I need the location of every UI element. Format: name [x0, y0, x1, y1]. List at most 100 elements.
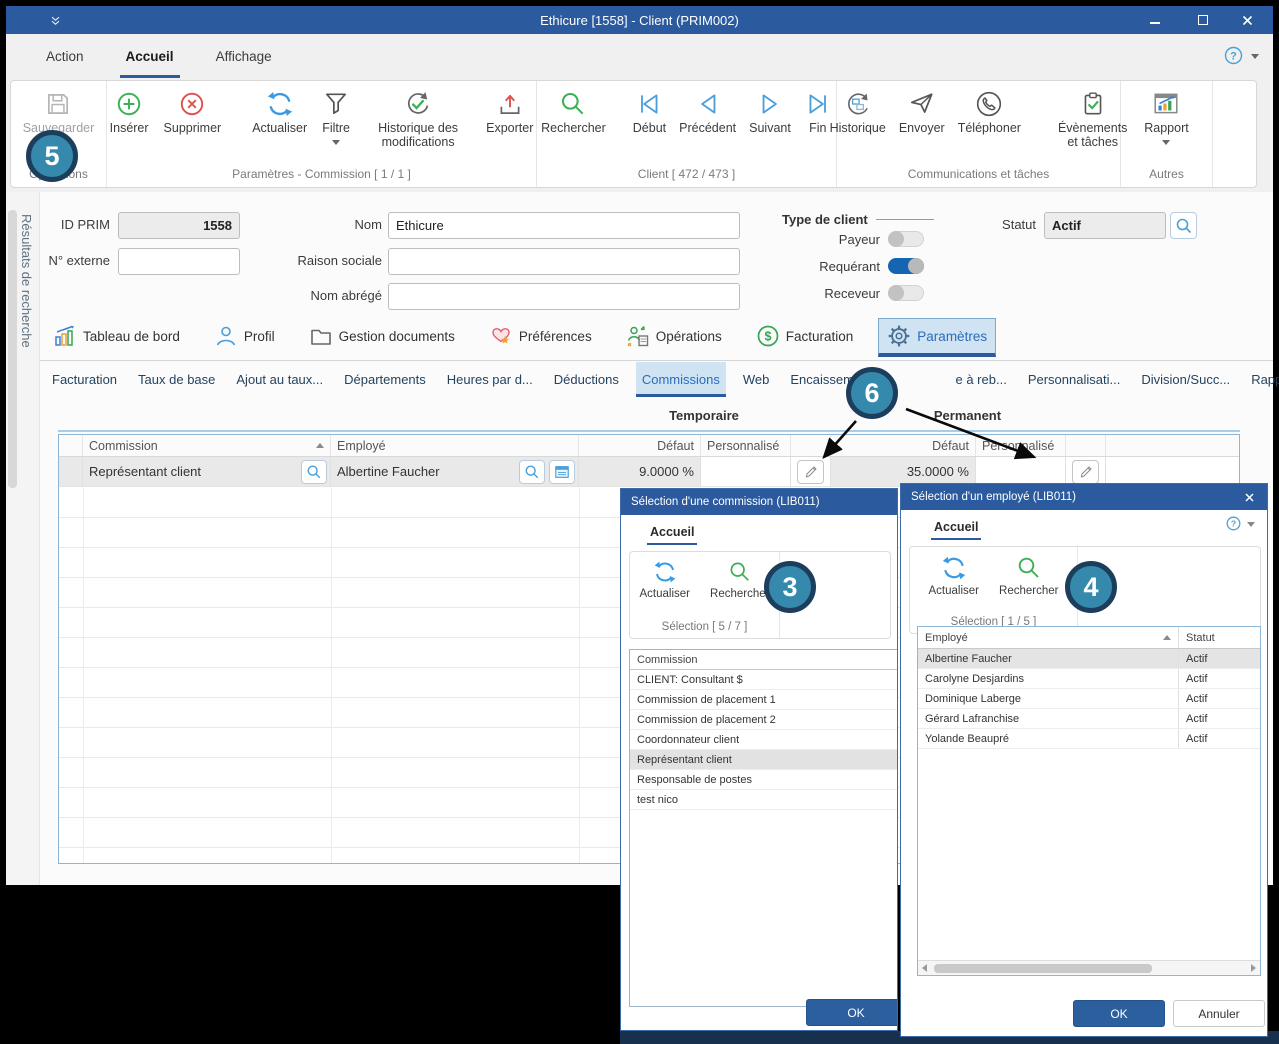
subtab-facturation[interactable]: Facturation: [48, 362, 121, 397]
subtab-web[interactable]: Web: [739, 362, 774, 397]
chevron-down-icon[interactable]: [1247, 522, 1255, 527]
subtab-heures-par-d[interactable]: Heures par d...: [443, 362, 537, 397]
previous-button[interactable]: Précédent: [679, 87, 736, 135]
employe-lookup-button[interactable]: [519, 460, 545, 484]
maximize-button[interactable]: [1181, 6, 1225, 34]
col-header-temp-defaut[interactable]: Défaut: [579, 435, 701, 456]
subtab-deductions[interactable]: Déductions: [550, 362, 623, 397]
subtab-ajout-au-taux[interactable]: Ajout au taux...: [232, 362, 327, 397]
events-tasks-button[interactable]: Évènements et tâches: [1058, 87, 1127, 150]
ribbon-tab-accueil[interactable]: Accueil: [120, 34, 180, 78]
requerant-toggle[interactable]: [888, 258, 924, 274]
col-header-perm-defaut[interactable]: Défaut: [831, 435, 976, 456]
temp-personnalise-cell[interactable]: [701, 457, 791, 486]
no-externe-field[interactable]: [118, 248, 240, 275]
first-button[interactable]: Début: [633, 87, 666, 135]
tab-profil[interactable]: Profil: [205, 318, 284, 357]
chevron-down-icon[interactable]: [1251, 54, 1259, 59]
save-button[interactable]: Sauvegarder: [23, 87, 95, 135]
send-button[interactable]: Envoyer: [899, 87, 945, 135]
commission-list-header[interactable]: Commission: [630, 650, 898, 670]
help-icon[interactable]: ?: [1224, 46, 1243, 65]
phone-button[interactable]: Téléphoner: [958, 87, 1021, 135]
receveur-toggle[interactable]: [888, 285, 924, 301]
close-button[interactable]: [1225, 6, 1269, 34]
payeur-toggle[interactable]: [888, 231, 924, 247]
comm-history-button[interactable]: Historique: [830, 87, 886, 135]
tab-tableau-de-bord[interactable]: Tableau de bord: [44, 318, 189, 357]
list-item[interactable]: test nico: [630, 790, 898, 810]
id-prim-field[interactable]: [118, 212, 240, 239]
dialog-search-button[interactable]: Rechercher: [999, 555, 1058, 597]
minimize-button[interactable]: [1133, 6, 1177, 34]
table-row[interactable]: Gérard Lafranchise Actif: [918, 709, 1260, 729]
insert-button[interactable]: Insérer: [110, 87, 149, 135]
search-button[interactable]: Rechercher: [541, 87, 606, 135]
table-row[interactable]: Carolyne Desjardins Actif: [918, 669, 1260, 689]
history-modifications-button[interactable]: Historique des modifications: [365, 87, 471, 150]
tab-parametres[interactable]: Paramètres: [878, 318, 996, 357]
list-item[interactable]: Commission de placement 2: [630, 710, 898, 730]
last-button[interactable]: Fin: [804, 87, 832, 135]
nom-abrege-field[interactable]: [388, 283, 740, 310]
sidebar-scrollbar[interactable]: [8, 210, 17, 488]
tab-operations[interactable]: Opérations: [617, 318, 731, 357]
export-button[interactable]: Exporter: [486, 87, 533, 135]
list-item[interactable]: CLIENT: Consultant $: [630, 670, 898, 690]
subtab-departements[interactable]: Départements: [340, 362, 430, 397]
temp-edit-button[interactable]: [797, 460, 824, 484]
dialog-refresh-button[interactable]: Actualiser: [929, 555, 980, 597]
subtab-commissions[interactable]: Commissions: [636, 362, 726, 397]
col-header-temp-personnalise[interactable]: Personnalisé: [701, 435, 791, 456]
report-button[interactable]: Rapport: [1144, 87, 1188, 145]
tab-facturation[interactable]: $ Facturation: [747, 318, 863, 357]
col-header-statut[interactable]: Statut: [1178, 627, 1260, 648]
col-header-perm-personnalise[interactable]: Personnalisé: [976, 435, 1066, 456]
subtab-personnalisation[interactable]: Personnalisati...: [1024, 362, 1125, 397]
table-row-selected[interactable]: Albertine Faucher Actif: [918, 649, 1260, 669]
scroll-right-icon[interactable]: [1251, 964, 1256, 972]
refresh-button[interactable]: Actualiser: [252, 87, 307, 135]
ok-button[interactable]: OK: [1073, 1000, 1165, 1027]
dialog-tab-accueil[interactable]: Accueil: [931, 514, 981, 540]
statut-field[interactable]: [1044, 212, 1166, 239]
subtab-e-a-reb[interactable]: e à reb...: [952, 362, 1011, 397]
search-results-tab[interactable]: Résultats de recherche: [19, 214, 34, 348]
horizontal-scrollbar[interactable]: [918, 960, 1260, 975]
subtab-division-succ[interactable]: Division/Succ...: [1137, 362, 1234, 397]
col-header-employe[interactable]: Employé: [331, 435, 579, 456]
ribbon-tab-affichage[interactable]: Affichage: [210, 34, 278, 78]
ok-button[interactable]: OK: [806, 999, 898, 1026]
next-button[interactable]: Suivant: [749, 87, 791, 135]
list-item-selected[interactable]: Représentant client: [630, 750, 898, 770]
employe-detail-button[interactable]: [549, 460, 575, 484]
dialog-refresh-button[interactable]: Actualiser: [640, 560, 691, 600]
commission-lookup-button[interactable]: [301, 460, 327, 484]
list-item[interactable]: Responsable de postes: [630, 770, 898, 790]
subtab-rapports[interactable]: Rapports: [1247, 362, 1279, 397]
dialog-close-button[interactable]: [1235, 484, 1263, 510]
dialog-search-button[interactable]: Rechercher: [710, 560, 769, 600]
tab-gestion-documents[interactable]: Gestion documents: [300, 318, 464, 357]
raison-sociale-field[interactable]: [388, 248, 740, 275]
col-header-commission[interactable]: Commission: [83, 435, 331, 456]
delete-button[interactable]: Supprimer: [164, 87, 222, 135]
scroll-left-icon[interactable]: [922, 964, 927, 972]
col-header-employe[interactable]: Employé: [918, 627, 1178, 648]
table-row[interactable]: Dominique Laberge Actif: [918, 689, 1260, 709]
perm-edit-button[interactable]: [1072, 460, 1099, 484]
filter-button[interactable]: Filtre: [322, 87, 350, 145]
ribbon-tab-action[interactable]: Action: [40, 34, 90, 78]
nom-field[interactable]: [388, 212, 740, 239]
tab-preferences[interactable]: Préférences: [480, 318, 601, 357]
table-row[interactable]: Yolande Beaupré Actif: [918, 729, 1260, 749]
list-item[interactable]: Coordonnateur client: [630, 730, 898, 750]
list-item[interactable]: Commission de placement 1: [630, 690, 898, 710]
row-selector[interactable]: [59, 457, 83, 486]
cancel-button[interactable]: Annuler: [1173, 1000, 1265, 1027]
perm-personnalise-cell[interactable]: [976, 457, 1066, 486]
statut-lookup-button[interactable]: [1170, 212, 1197, 239]
dialog-tab-accueil[interactable]: Accueil: [647, 519, 697, 545]
help-icon[interactable]: ?: [1226, 516, 1241, 531]
scrollbar-thumb[interactable]: [934, 964, 1152, 973]
